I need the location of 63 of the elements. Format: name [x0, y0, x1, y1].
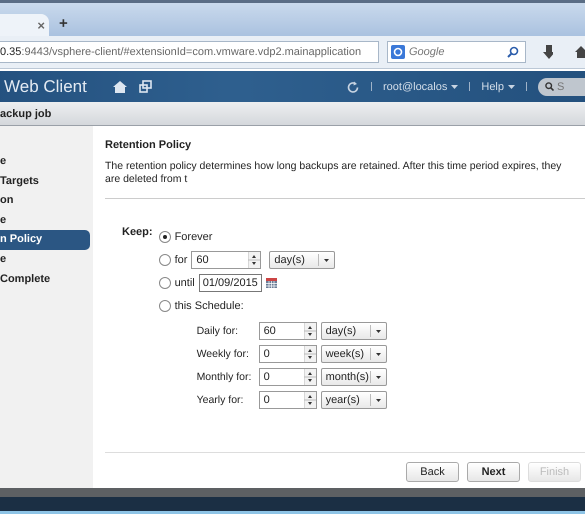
help-menu[interactable]: Help: [481, 80, 504, 92]
keep-label: Keep:: [122, 225, 153, 240]
wizard-step[interactable]: n Policy: [0, 230, 90, 250]
radio-button[interactable]: [158, 230, 171, 242]
search-icon[interactable]: [506, 46, 519, 58]
caret-icon[interactable]: [451, 84, 458, 88]
caret-icon[interactable]: [508, 84, 515, 88]
radio-button[interactable]: [158, 254, 171, 266]
unit-dropdown[interactable]: day(s): [320, 322, 387, 340]
section-title: Retention Policy: [105, 139, 192, 151]
radio-button[interactable]: [158, 276, 171, 288]
spinner-arrows-icon[interactable]: [248, 252, 260, 268]
address-bar[interactable]: 0.35:9443/vsphere-client/#extensionId=com.vmware.vdp2.mainapplication: [0, 41, 379, 63]
windows-icon[interactable]: [138, 80, 152, 93]
refresh-icon[interactable]: [347, 80, 360, 94]
search-engine-icon[interactable]: [391, 45, 405, 59]
spinner-arrows-icon[interactable]: [304, 322, 316, 338]
option-label: Forever: [174, 230, 212, 242]
unit-dropdown[interactable]: week(s): [320, 344, 387, 362]
search-icon: [545, 82, 554, 91]
app-title: Web Client: [4, 76, 87, 96]
download-arrow-icon[interactable]: [542, 44, 554, 60]
number-spinner[interactable]: 0: [258, 390, 317, 408]
search-field[interactable]: Google: [387, 41, 526, 63]
calendar-icon[interactable]: [266, 278, 277, 288]
spinner-arrows-icon[interactable]: [304, 368, 316, 384]
schedule-label: Daily for:: [196, 324, 239, 336]
schedule-label: Yearly for:: [196, 394, 244, 406]
search-field[interactable]: S: [538, 78, 585, 96]
search-input[interactable]: S: [557, 80, 577, 92]
wizard-step[interactable]: e: [0, 210, 90, 230]
home-icon[interactable]: [112, 80, 127, 93]
date-field[interactable]: 01/09/2015: [198, 274, 262, 292]
wizard-button[interactable]: Next: [467, 462, 520, 482]
number-spinner[interactable]: 0: [258, 344, 317, 362]
option-label: this Schedule:: [174, 300, 244, 312]
number-spinner[interactable]: 60: [191, 250, 262, 268]
number-spinner[interactable]: 60: [258, 322, 317, 340]
user-menu[interactable]: root@localos: [383, 80, 448, 92]
wizard-step[interactable]: e: [0, 250, 90, 270]
wizard-button[interactable]: Back: [406, 462, 459, 482]
section-description: The retention policy determines how long backups are retained. After this time period expires, they are deleted from t: [105, 160, 562, 186]
option-label: until: [174, 276, 195, 288]
spinner-arrows-icon[interactable]: [304, 346, 316, 362]
option-label: for: [174, 254, 188, 266]
url-text: 0.35:9443/vsphere-client/#extensionId=com.vmware.vdp2.mainapplication: [0, 46, 362, 58]
radio-button[interactable]: [158, 300, 171, 312]
unit-dropdown[interactable]: month(s): [320, 368, 387, 386]
unit-dropdown[interactable]: day(s): [269, 250, 336, 268]
new-tab-button[interactable]: +: [59, 15, 68, 32]
close-tab-icon[interactable]: ×: [37, 18, 45, 32]
number-spinner[interactable]: 0: [258, 368, 317, 386]
browser-tab[interactable]: ×: [0, 14, 49, 36]
wizard-step[interactable]: Complete: [0, 270, 90, 290]
unit-dropdown[interactable]: year(s): [320, 390, 387, 408]
wizard-step[interactable]: on: [0, 191, 90, 211]
home-icon[interactable]: [575, 45, 585, 59]
wizard-step[interactable]: Targets: [0, 172, 90, 192]
schedule-label: Monthly for:: [196, 370, 252, 382]
wizard-step[interactable]: e: [0, 152, 90, 172]
wizard-title: ackup job: [0, 108, 52, 120]
schedule-label: Weekly for:: [196, 348, 250, 360]
spinner-arrows-icon[interactable]: [304, 392, 316, 408]
